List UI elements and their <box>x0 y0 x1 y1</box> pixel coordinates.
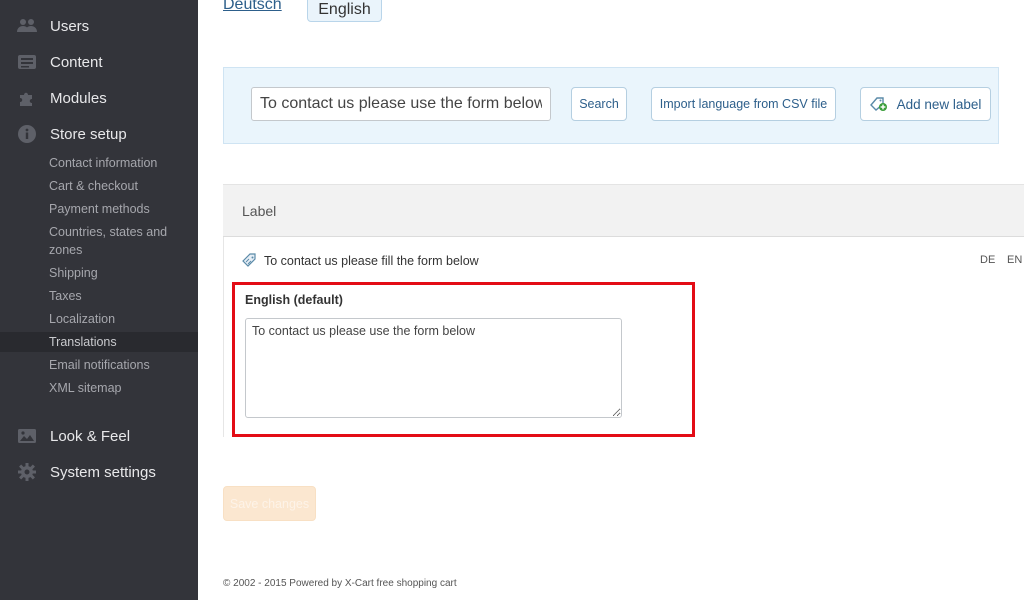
nav-system-settings-label: System settings <box>50 463 156 481</box>
language-tab-english[interactable]: English <box>307 0 382 22</box>
table-header: Label <box>223 184 1024 237</box>
column-header-label: Label <box>242 203 277 219</box>
nav-look-feel[interactable]: Look & Feel <box>0 418 198 454</box>
table-row: To contact us please fill the form below… <box>223 237 1024 437</box>
add-new-label-text: Add new label <box>896 96 982 112</box>
label-name: To contact us please fill the form below <box>264 253 479 268</box>
sidebar-item-label: Contact information <box>49 156 158 170</box>
sidebar-item-label: Localization <box>49 312 116 326</box>
sidebar-item-taxes[interactable]: Taxes <box>0 287 198 305</box>
sidebar-item-label: Translations <box>49 335 117 349</box>
sidebar-item-label: Taxes <box>49 289 82 303</box>
translation-label: English (default) <box>245 293 343 307</box>
nav-content-label: Content <box>50 53 103 71</box>
nav-system-settings[interactable]: System settings <box>0 454 198 490</box>
sidebar-item-label: Shipping <box>49 266 98 280</box>
language-code-de[interactable]: DE <box>980 254 995 266</box>
image-icon <box>17 426 37 446</box>
search-button[interactable]: Search <box>571 87 627 121</box>
sidebar-item-payment-methods[interactable]: Payment methods <box>0 200 198 218</box>
nav-users-label: Users <box>50 17 90 35</box>
add-new-label-button[interactable]: Add new label <box>860 87 991 121</box>
sidebar-item-translations[interactable]: Translations <box>0 332 198 352</box>
language-code-en[interactable]: EN <box>1007 254 1022 266</box>
translation-textarea[interactable]: To contact us please use the form below <box>245 318 622 418</box>
sidebar-item-label: Countries, states and zones <box>49 225 168 257</box>
label-name-row[interactable]: To contact us please fill the form below <box>242 253 479 268</box>
puzzle-icon <box>17 88 37 108</box>
sidebar-item-xml-sitemap[interactable]: XML sitemap <box>0 379 198 397</box>
tag-icon <box>242 253 257 268</box>
nav-look-feel-label: Look & Feel <box>50 427 131 445</box>
add-label-icon <box>869 96 888 112</box>
sidebar-item-shipping[interactable]: Shipping <box>0 264 198 282</box>
sidebar: Users Content Modules Store setup Contac… <box>0 0 198 600</box>
nav-users[interactable]: Users <box>0 8 198 44</box>
content-icon <box>17 52 37 72</box>
language-tab-deutsch[interactable]: Deutsch <box>223 0 282 14</box>
sidebar-item-label: Payment methods <box>49 202 150 216</box>
nav-store-setup[interactable]: Store setup <box>0 116 198 152</box>
nav-content[interactable]: Content <box>0 44 198 80</box>
gear-icon <box>17 462 37 482</box>
sidebar-item-localization[interactable]: Localization <box>0 310 198 328</box>
import-language-button[interactable]: Import language from CSV file <box>651 87 836 121</box>
info-icon <box>17 124 37 144</box>
users-icon <box>17 16 37 36</box>
sidebar-item-label: Email notifications <box>49 358 150 372</box>
sidebar-item-cart-checkout[interactable]: Cart & checkout <box>0 177 198 195</box>
sidebar-item-label: XML sitemap <box>49 381 122 395</box>
sidebar-item-email-notifications[interactable]: Email notifications <box>0 356 198 374</box>
nav-store-setup-label: Store setup <box>50 125 127 143</box>
save-changes-button[interactable]: Save changes <box>223 486 316 521</box>
search-panel: Search Import language from CSV file Add… <box>223 67 999 144</box>
search-input[interactable] <box>251 87 551 121</box>
sidebar-item-countries-states-zones[interactable]: Countries, states and zones <box>0 223 198 259</box>
sidebar-item-contact-information[interactable]: Contact information <box>0 154 198 172</box>
footer: © 2002 - 2015 Powered by X-Cart free sho… <box>223 578 457 589</box>
sidebar-item-label: Cart & checkout <box>49 179 138 193</box>
nav-modules[interactable]: Modules <box>0 80 198 116</box>
nav-modules-label: Modules <box>50 89 107 107</box>
